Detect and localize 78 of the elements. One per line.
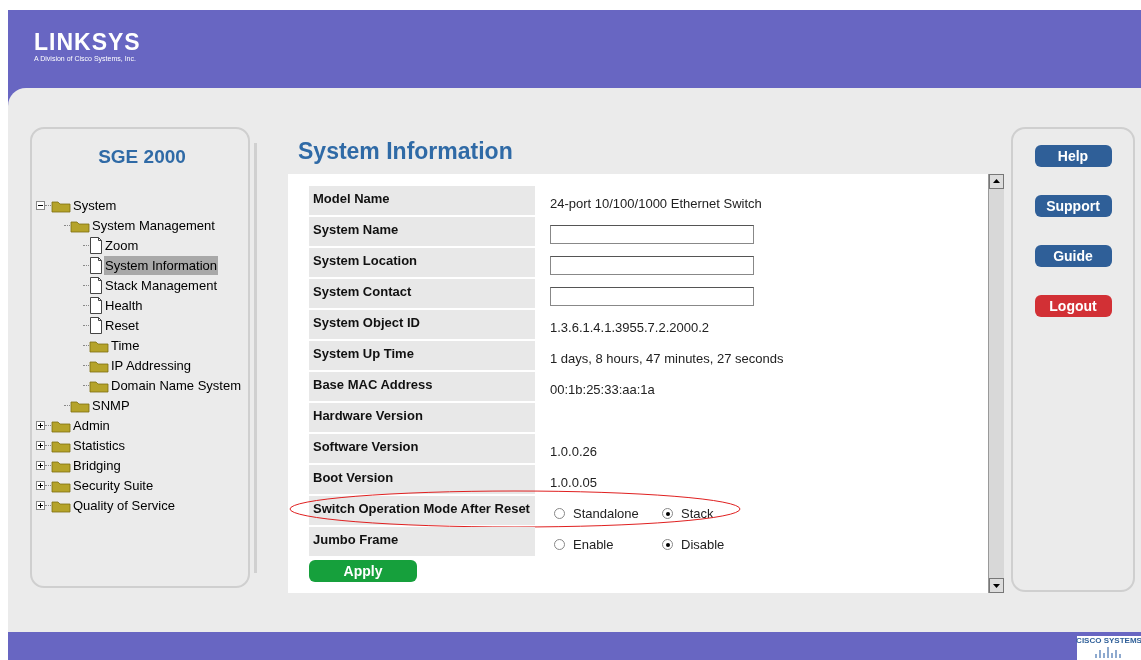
folder-icon <box>51 418 71 433</box>
folder-icon <box>89 358 109 373</box>
field-label: System Name <box>309 217 535 246</box>
tree-item[interactable]: Quality of Service <box>72 495 176 516</box>
field-label: Jumbo Frame <box>309 527 535 556</box>
expand-icon[interactable] <box>36 481 45 490</box>
folder-icon <box>70 398 90 413</box>
tree-item[interactable]: System Management <box>91 215 216 236</box>
field-label: System Location <box>309 248 535 277</box>
field-label: Base MAC Address <box>309 372 535 401</box>
expand-icon[interactable] <box>36 501 45 510</box>
folder-icon <box>89 378 109 393</box>
radio-label[interactable]: Enable <box>573 534 614 555</box>
field-label: System Contact <box>309 279 535 308</box>
side-button[interactable]: Guide <box>1034 245 1112 267</box>
radio-label[interactable]: Standalone <box>573 503 639 524</box>
field-value: 00:1b:25:33:aa:1a <box>550 380 655 399</box>
tree-item[interactable]: Security Suite <box>72 475 155 496</box>
tree-item[interactable]: Health <box>104 295 144 316</box>
field-value: 24-port 10/100/1000 Ethernet Switch <box>550 194 762 213</box>
tree-item[interactable]: System Information <box>104 255 218 276</box>
radio-button[interactable] <box>554 508 565 519</box>
field-label: System Object ID <box>309 310 535 339</box>
tree-item[interactable]: System <box>72 195 118 216</box>
tree-item[interactable]: Admin <box>72 415 111 436</box>
scrollbar[interactable] <box>988 174 1004 593</box>
field-value: 1 days, 8 hours, 47 minutes, 27 seconds <box>550 349 784 368</box>
input-field[interactable] <box>550 225 754 244</box>
field-label: Software Version <box>309 434 535 463</box>
tree-item[interactable]: Bridging <box>72 455 122 476</box>
radio-button[interactable] <box>662 508 673 519</box>
tree-item[interactable]: Zoom <box>104 235 140 256</box>
device-title: SGE 2000 <box>98 145 186 169</box>
folder-icon <box>51 458 71 473</box>
radio-button[interactable] <box>662 539 673 550</box>
tree-item[interactable]: Reset <box>104 315 140 336</box>
expand-icon[interactable] <box>36 421 45 430</box>
field-value: 1.3.6.1.4.1.3955.7.2.2000.2 <box>550 318 710 337</box>
input-field[interactable] <box>550 287 754 306</box>
document-icon <box>89 237 103 254</box>
side-button[interactable]: Help <box>1034 145 1112 167</box>
input-field[interactable] <box>550 256 754 275</box>
side-button[interactable]: Support <box>1034 195 1112 217</box>
page-title: System Information <box>297 137 513 165</box>
side-button[interactable]: Logout <box>1034 295 1112 317</box>
tree-item[interactable]: SNMP <box>91 395 131 416</box>
tree-item[interactable]: Domain Name System <box>110 375 243 396</box>
scroll-up-icon[interactable] <box>989 174 1004 189</box>
field-label: Hardware Version <box>309 403 535 432</box>
folder-icon <box>89 338 109 353</box>
folder-icon <box>70 218 90 233</box>
expand-icon[interactable] <box>36 461 45 470</box>
document-icon <box>89 277 103 294</box>
document-icon <box>89 317 103 334</box>
document-icon <box>89 297 103 314</box>
folder-icon <box>51 198 71 213</box>
brand-logo: LINKSYS <box>34 30 141 54</box>
radio-label[interactable]: Stack <box>681 503 714 524</box>
folder-icon <box>51 438 71 453</box>
radio-button[interactable] <box>554 539 565 550</box>
tree-item[interactable]: Statistics <box>72 435 126 456</box>
scroll-down-icon[interactable] <box>989 578 1004 593</box>
tree-item[interactable]: IP Addressing <box>110 355 192 376</box>
field-label: Model Name <box>309 186 535 215</box>
bridge-bars-icon <box>1094 646 1124 658</box>
folder-icon <box>51 478 71 493</box>
radio-label[interactable]: Disable <box>681 534 725 555</box>
folder-icon <box>51 498 71 513</box>
field-label: Switch Operation Mode After Reset <box>309 496 535 525</box>
field-label: Boot Version <box>309 465 535 494</box>
expand-icon[interactable] <box>36 441 45 450</box>
field-value: 1.0.0.05 <box>550 473 597 492</box>
document-icon <box>89 257 103 274</box>
tree-item[interactable]: Time <box>110 335 141 356</box>
field-label: System Up Time <box>309 341 535 370</box>
field-value: 1.0.0.26 <box>550 442 597 461</box>
tree-item[interactable]: Stack Management <box>104 275 218 296</box>
collapse-icon[interactable] <box>36 201 45 210</box>
